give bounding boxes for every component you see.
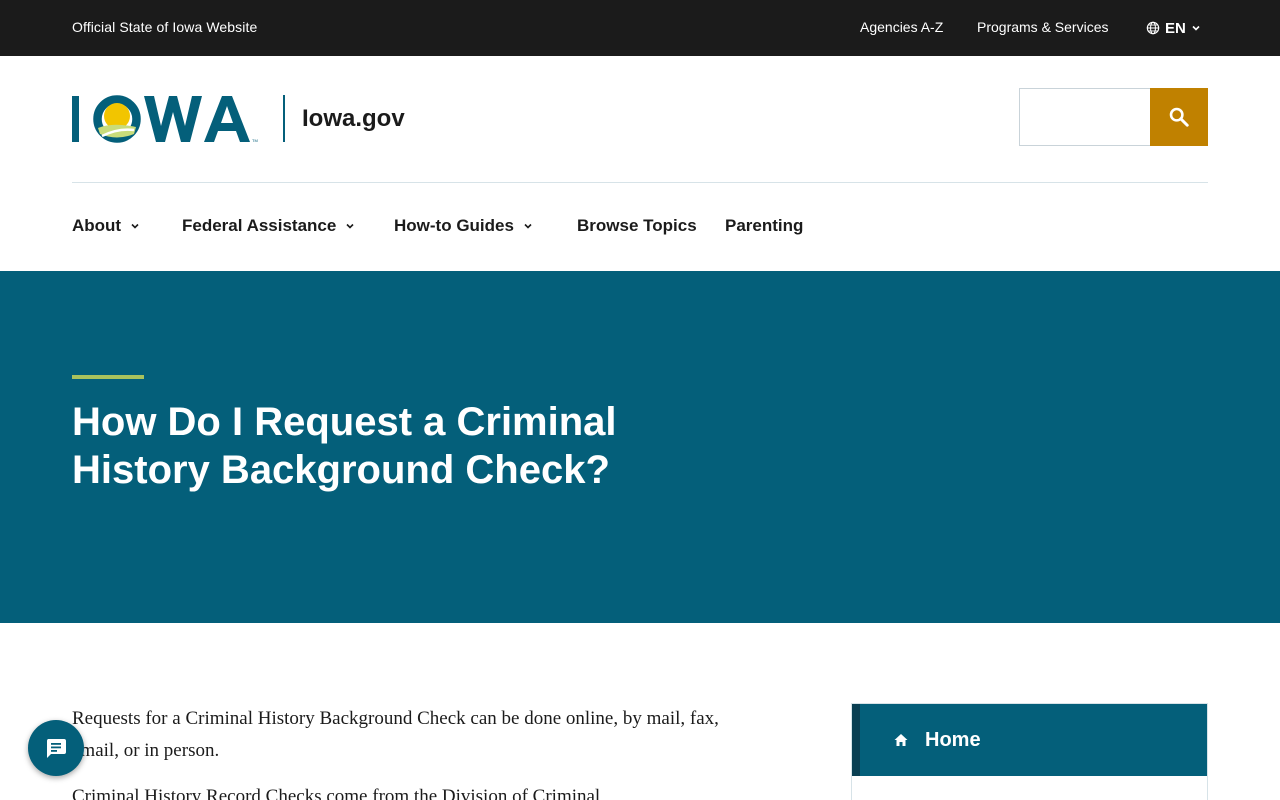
page-hero: How Do I Request a Criminal History Back… bbox=[0, 271, 1280, 623]
main-content: Requests for a Criminal History Backgrou… bbox=[72, 703, 722, 800]
search-input[interactable] bbox=[1019, 88, 1151, 146]
side-nav-home-label: Home bbox=[925, 728, 981, 751]
language-selector[interactable]: EN bbox=[1146, 17, 1201, 39]
nav-item-label: About bbox=[72, 216, 122, 235]
logo-divider bbox=[283, 95, 285, 142]
nav-item-about[interactable]: About bbox=[72, 216, 140, 236]
home-icon bbox=[894, 734, 908, 746]
programs-services-link[interactable]: Programs & Services bbox=[977, 19, 1108, 35]
search-button[interactable] bbox=[1150, 88, 1208, 146]
chevron-down-icon bbox=[346, 223, 354, 229]
search-icon bbox=[1169, 107, 1189, 127]
agencies-a-z-link[interactable]: Agencies A-Z bbox=[860, 19, 943, 35]
content-paragraph: Requests for a Criminal History Backgrou… bbox=[72, 708, 719, 761]
nav-item-federal-assistance[interactable]: Federal Assistance bbox=[182, 216, 355, 236]
site-header: TM Iowa.gov About Federal Assistance How… bbox=[0, 56, 1280, 271]
chevron-down-icon bbox=[131, 223, 139, 229]
page-title: How Do I Request a Criminal History Back… bbox=[72, 400, 617, 492]
globe-icon bbox=[1146, 21, 1160, 35]
nav-item-how-to-guides[interactable]: How-to Guides bbox=[394, 216, 533, 236]
chevron-down-icon bbox=[524, 223, 532, 229]
chat-icon bbox=[46, 739, 66, 758]
utility-bar: Official State of Iowa Website Agencies … bbox=[0, 0, 1280, 56]
nav-item-label: How-to Guides bbox=[394, 216, 514, 235]
content-paragraph: Criminal History Record Checks come from… bbox=[72, 786, 601, 800]
site-name-link[interactable]: Iowa.gov bbox=[302, 105, 405, 133]
svg-text:TM: TM bbox=[252, 138, 258, 143]
nav-item-parenting[interactable]: Parenting bbox=[725, 216, 803, 236]
iowa-logo[interactable]: TM bbox=[72, 94, 272, 144]
official-site-notice: Official State of Iowa Website bbox=[72, 19, 258, 35]
nav-item-label: Federal Assistance bbox=[182, 216, 337, 235]
hero-accent-bar bbox=[72, 375, 144, 379]
language-label: EN bbox=[1165, 19, 1186, 37]
nav-item-label: Parenting bbox=[725, 216, 804, 235]
chevron-down-icon bbox=[1192, 25, 1200, 31]
header-divider bbox=[72, 182, 1208, 183]
nav-item-label: Browse Topics bbox=[577, 216, 697, 235]
side-nav: Home bbox=[851, 703, 1208, 800]
chat-button[interactable] bbox=[28, 720, 84, 776]
side-nav-home[interactable]: Home bbox=[852, 704, 1207, 776]
nav-item-browse-topics[interactable]: Browse Topics bbox=[577, 216, 697, 236]
